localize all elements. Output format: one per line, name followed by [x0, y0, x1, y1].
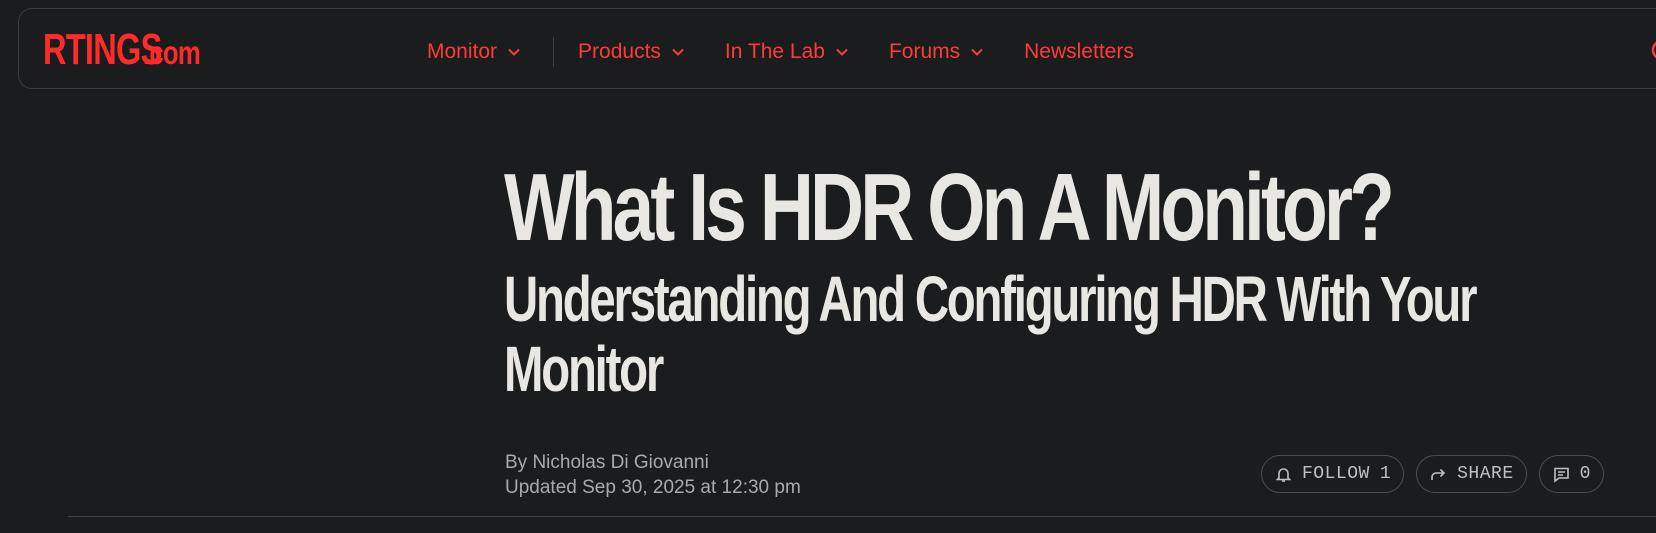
page-subtitle: Understanding And Configuring HDR With Y… [504, 263, 1478, 405]
main-nav: Monitor Products In The Lab Forums Newsl… [427, 35, 1174, 69]
comment-icon [1553, 467, 1569, 483]
nav-item-label: Newsletters [1024, 40, 1134, 63]
chevron-down-icon [508, 48, 520, 56]
nav-item-monitor[interactable]: Monitor [427, 40, 521, 64]
page: RTINGS .com Monitor Products In The Lab … [0, 0, 1656, 533]
article-byline: By Nicholas Di Giovanni Updated Sep 30, … [505, 450, 801, 500]
chevron-down-icon [971, 48, 983, 56]
follow-button[interactable]: FOLLOW 1 [1261, 455, 1405, 493]
search-icon[interactable] [1649, 37, 1656, 67]
nav-item-label: Forums [888, 40, 961, 63]
chevron-down-icon [836, 48, 848, 56]
nav-item-newsletters[interactable]: Newsletters [1024, 40, 1134, 64]
follow-label: FOLLOW [1302, 464, 1370, 484]
nav-item-label: Monitor [427, 40, 498, 63]
share-button[interactable]: SHARE [1416, 455, 1527, 493]
bell-icon [1275, 467, 1292, 482]
nav-separator [553, 37, 555, 67]
comments-button[interactable]: 0 [1538, 455, 1604, 493]
page-title: What Is HDR On A Monitor? [504, 154, 1395, 261]
site-header: RTINGS .com Monitor Products In The Lab … [18, 8, 1656, 89]
logo-domain-text: .com [143, 34, 201, 71]
divider [68, 516, 1656, 517]
article-actions: FOLLOW 1 SHARE 0 [1261, 455, 1604, 493]
site-logo[interactable]: RTINGS .com [43, 25, 216, 75]
share-arrow-icon [1431, 468, 1446, 480]
nav-item-forums[interactable]: Forums [889, 40, 984, 64]
nav-item-products[interactable]: Products [578, 40, 685, 64]
logo-main-text: RTINGS [43, 25, 162, 74]
chevron-down-icon [672, 48, 684, 56]
share-label: SHARE [1457, 464, 1514, 484]
nav-item-in-the-lab[interactable]: In The Lab [725, 40, 849, 64]
nav-item-label: In The Lab [724, 40, 825, 63]
comment-count: 0 [1579, 464, 1591, 484]
nav-item-label: Products [578, 40, 661, 63]
follow-count: 1 [1379, 464, 1392, 484]
updated-date: Updated Sep 30, 2025 at 12:30 pm [505, 477, 801, 498]
author-name[interactable]: By Nicholas Di Giovanni [505, 450, 801, 475]
